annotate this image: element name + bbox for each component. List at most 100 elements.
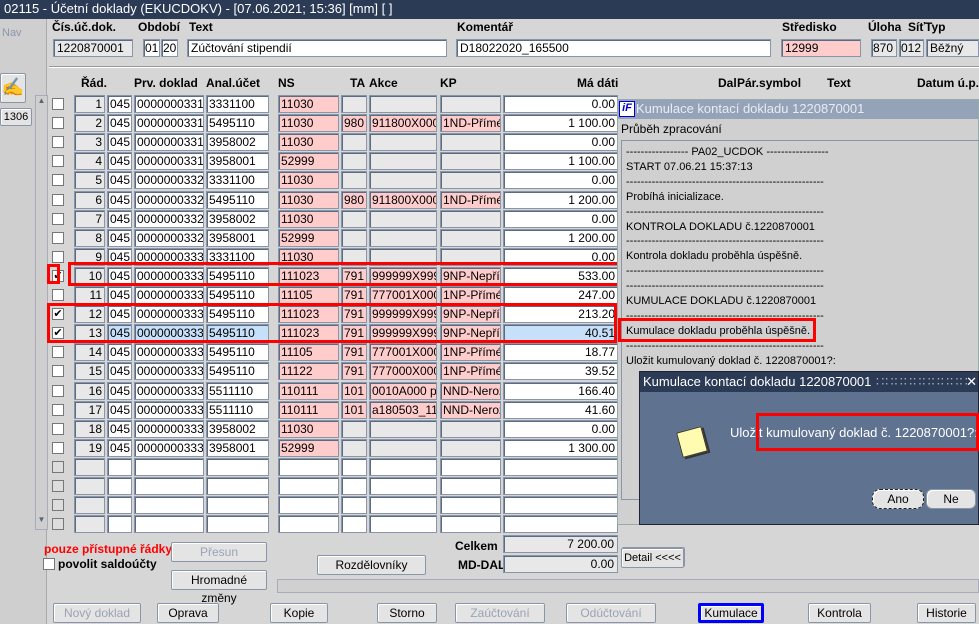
grid-cell[interactable]: 1 100.00 — [503, 152, 618, 171]
row-checkbox[interactable] — [52, 346, 64, 359]
horizontal-scrollbar[interactable] — [277, 579, 979, 593]
btn-zaúčtování[interactable]: Zaúčtování — [455, 603, 545, 623]
grid-cell[interactable]: 11030 — [278, 171, 339, 190]
grid-cell[interactable]: 045 — [107, 343, 132, 362]
grid-cell[interactable]: 0.00 — [503, 419, 618, 438]
grid-cell[interactable]: 0.00 — [503, 133, 618, 152]
grid-cell[interactable]: 0.00 — [503, 209, 618, 228]
grid-cell[interactable]: 045 — [107, 209, 132, 228]
allow-saldo-checkbox[interactable] — [43, 558, 55, 570]
grid-cell[interactable]: 2 — [74, 114, 105, 133]
grid-cell[interactable]: 3958002 — [206, 419, 269, 438]
btn-kumulace[interactable]: Kumulace — [698, 603, 764, 623]
grid-cell[interactable] — [369, 209, 437, 228]
grid-cell[interactable]: 1NP-Přímé/N — [440, 343, 501, 362]
text-field[interactable]: Zúčtování stipendií — [187, 39, 447, 57]
grid-cell[interactable] — [206, 515, 269, 534]
grid-cell[interactable]: 52999 — [278, 438, 339, 457]
row-checkbox[interactable] — [52, 231, 64, 244]
grid-cell[interactable]: 0.00 — [503, 171, 618, 190]
grid-cell[interactable] — [503, 457, 618, 476]
grid-cell[interactable]: 0000000333 — [134, 400, 204, 419]
grid-cell[interactable]: 11030 — [278, 114, 339, 133]
grid-cell[interactable]: 11030 — [278, 95, 339, 113]
scroll-down-icon[interactable]: ▼ — [35, 515, 48, 528]
grid-cell[interactable]: 3958002 — [206, 209, 269, 228]
grid-cell[interactable] — [206, 496, 269, 515]
grid-cell[interactable]: 777000X000 F — [369, 362, 437, 381]
grid-cell[interactable] — [341, 438, 367, 457]
grid-cell[interactable] — [341, 133, 367, 152]
grid-cell[interactable]: 0000000333 — [134, 381, 204, 400]
grid-cell[interactable]: 5511110 — [206, 400, 269, 419]
row-checkbox[interactable] — [52, 155, 64, 168]
grid-cell[interactable]: 911800X000 S — [369, 190, 437, 209]
grid-cell[interactable] — [369, 457, 437, 476]
grid-cell[interactable]: 6 — [74, 190, 105, 209]
grid-cell[interactable] — [341, 477, 367, 495]
grid-cell[interactable]: 11105 — [278, 343, 339, 362]
grid-cell[interactable]: 11030 — [278, 133, 339, 152]
grid-cell[interactable]: 045 — [107, 438, 132, 457]
grid-cell[interactable]: 791 — [341, 362, 367, 381]
grid-cell[interactable] — [440, 171, 501, 190]
row-checkbox[interactable] — [52, 403, 64, 416]
grid-cell[interactable]: 11030 — [278, 190, 339, 209]
grid-cell[interactable] — [369, 496, 437, 515]
grid-cell[interactable] — [278, 515, 339, 534]
grid-cell[interactable] — [74, 496, 105, 515]
row-checkbox[interactable] — [52, 98, 64, 110]
grid-cell[interactable] — [206, 477, 269, 495]
grid-cell[interactable]: 0000000332 — [134, 209, 204, 228]
scroll-up-icon[interactable]: ▲ — [35, 96, 48, 109]
grid-cell[interactable]: 0000000333 — [134, 286, 204, 304]
row-checkbox[interactable] — [52, 289, 64, 301]
grid-cell[interactable] — [369, 228, 437, 247]
grid-cell[interactable]: a180503_11 — [369, 400, 437, 419]
grid-cell[interactable] — [440, 457, 501, 476]
grid-cell[interactable]: 0010A000 pro — [369, 381, 437, 400]
grid-cell[interactable]: 11105 — [278, 286, 339, 304]
no-button[interactable]: Ne — [926, 489, 976, 509]
grid-cell[interactable] — [369, 133, 437, 152]
grid-cell[interactable]: 39.52 — [503, 362, 618, 381]
grid-cell[interactable] — [341, 515, 367, 534]
grid-cell[interactable]: 3958001 — [206, 438, 269, 457]
grid-cell[interactable]: 11030 — [278, 419, 339, 438]
grid-cell[interactable]: 110111 — [278, 400, 339, 419]
grid-cell[interactable]: 5495110 — [206, 190, 269, 209]
grid-cell[interactable]: 0.00 — [503, 95, 618, 113]
grid-cell[interactable]: 5495110 — [206, 286, 269, 304]
grid-cell[interactable] — [369, 152, 437, 171]
grid-cell[interactable]: 0000000332 — [134, 228, 204, 247]
btn-historie[interactable]: Historie — [917, 603, 976, 623]
grid-cell[interactable] — [369, 171, 437, 190]
grid-cell[interactable]: 4 — [74, 152, 105, 171]
grid-cell[interactable] — [341, 152, 367, 171]
grid-cell[interactable] — [278, 496, 339, 515]
grid-cell[interactable]: 045 — [107, 400, 132, 419]
close-icon[interactable]: ✕ — [966, 374, 977, 390]
grid-cell[interactable]: 52999 — [278, 152, 339, 171]
grid-cell[interactable]: 0000000332 — [134, 171, 204, 190]
grid-cell[interactable]: 3331100 — [206, 171, 269, 190]
typ-field[interactable]: Běžný — [926, 39, 979, 57]
grid-cell[interactable] — [440, 515, 501, 534]
grid-cell[interactable]: 045 — [107, 381, 132, 400]
grid-cell[interactable] — [503, 477, 618, 495]
grid-cell[interactable] — [369, 419, 437, 438]
btn-nový-doklad[interactable]: Nový doklad — [53, 603, 141, 623]
grid-cell[interactable]: 17 — [74, 400, 105, 419]
grid-cell[interactable] — [206, 457, 269, 476]
grid-cell[interactable]: NND-Nerozl. — [440, 400, 501, 419]
grid-cell[interactable]: 777001X000 S — [369, 343, 437, 362]
btn-odúčtování[interactable]: Odúčtování — [566, 603, 656, 623]
btn-storno[interactable]: Storno — [377, 603, 437, 623]
detail-button[interactable]: Detail <<<< — [621, 548, 684, 568]
grid-cell[interactable] — [440, 95, 501, 113]
grid-cell[interactable]: 5511110 — [206, 381, 269, 400]
grid-cell[interactable]: 980 — [341, 114, 367, 133]
grid-cell[interactable]: 110111 — [278, 381, 339, 400]
uloha-field[interactable]: 870 — [871, 39, 897, 57]
grid-cell[interactable] — [440, 477, 501, 495]
